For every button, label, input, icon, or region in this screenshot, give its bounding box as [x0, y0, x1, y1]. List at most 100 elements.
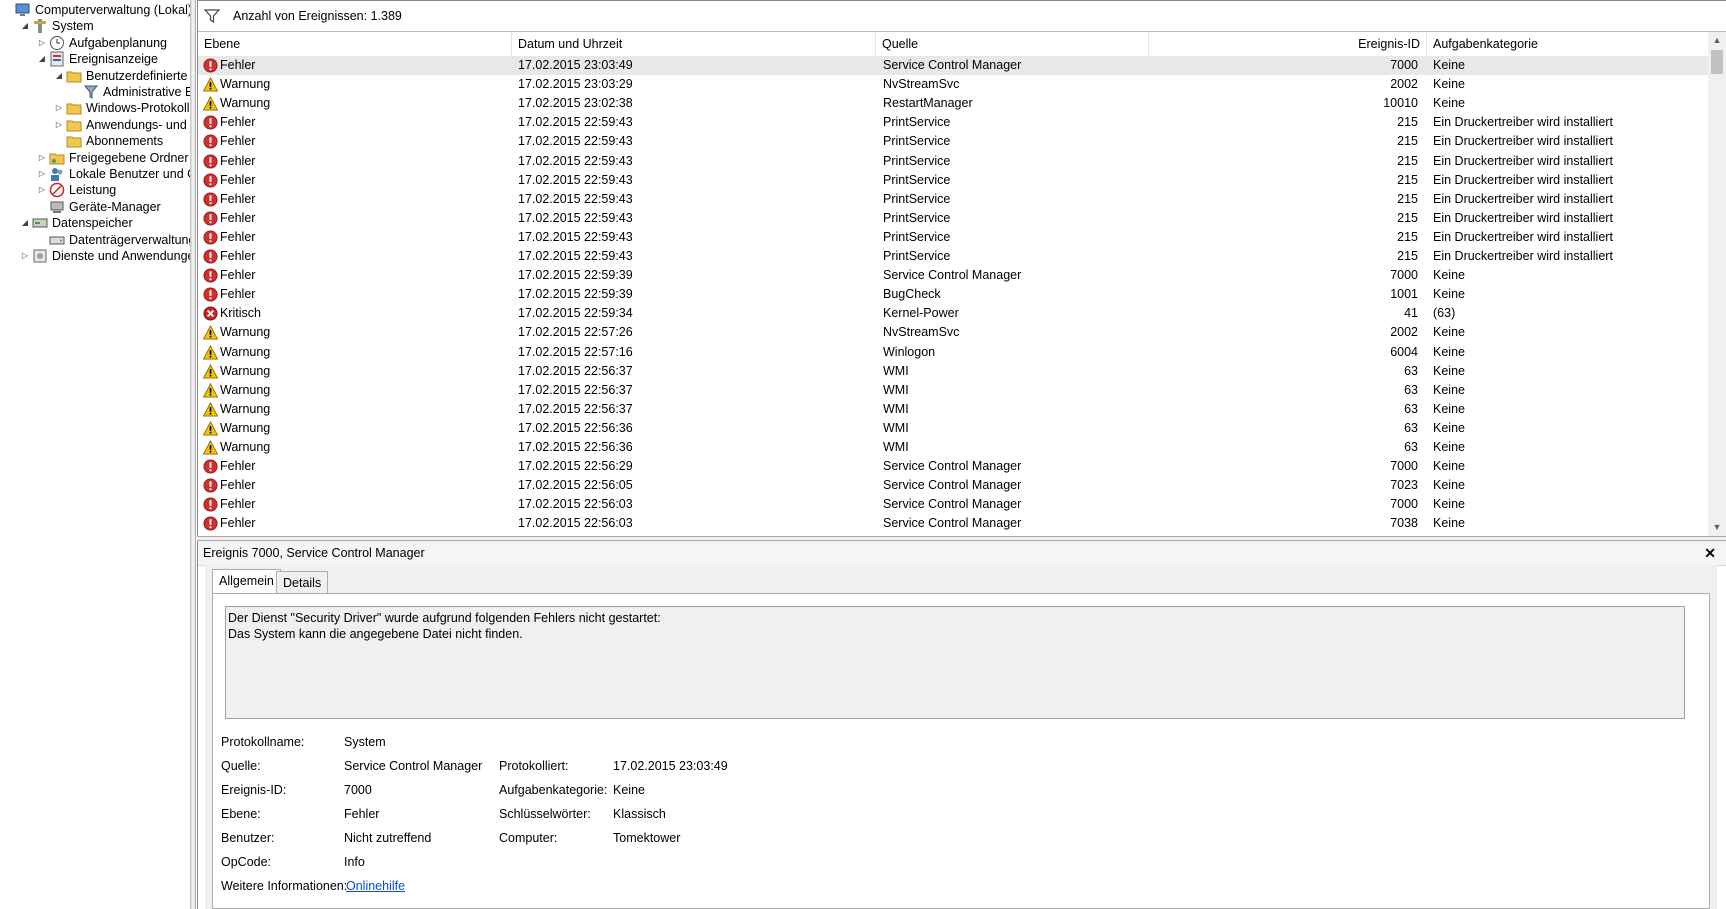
navigation-tree[interactable]: Computerverwaltung (Lokal) ◢ System ▷ Aufgab… — [0, 0, 191, 909]
scroll-down-icon[interactable]: ▼ — [1708, 519, 1726, 536]
expander-icon[interactable]: ▷ — [37, 165, 47, 183]
device-manager-icon — [49, 199, 65, 215]
source-cell: WMI — [883, 440, 909, 454]
error-icon — [203, 268, 218, 283]
scroll-up-icon[interactable]: ▲ — [1708, 32, 1726, 49]
source-cell: PrintService — [883, 210, 951, 225]
details-body: Allgemein Details Der Dienst "Security D… — [205, 565, 1717, 909]
error-icon — [203, 287, 218, 302]
vertical-splitter[interactable] — [191, 0, 196, 909]
table-row[interactable]: Fehler 17.02.2015 22:56:05 Service Control… — [198, 476, 1708, 495]
event-id-cell: 2002 — [1390, 77, 1418, 92]
table-row[interactable]: Fehler 17.02.2015 22:59:43 PrintService 215… — [198, 190, 1708, 209]
event-id-cell: 7000 — [1390, 497, 1418, 512]
expander-icon[interactable]: ◢ — [54, 67, 64, 85]
source-cell: NvStreamSvc — [883, 77, 960, 92]
table-row[interactable]: Kritisch 17.02.2015 22:59:34 Kernel-Power 4… — [198, 304, 1708, 323]
close-icon[interactable]: ✕ — [1704, 541, 1716, 565]
tab-details[interactable]: Details — [276, 571, 329, 593]
table-row[interactable]: Warnung 17.02.2015 22:56:36 WMI 63 Keine — [198, 419, 1708, 438]
more-info-label: Weitere Informationen: — [221, 879, 348, 893]
tree-item-label: Dienste und Anwendungen — [52, 249, 191, 263]
level-cell: Fehler — [220, 287, 256, 302]
table-row[interactable]: Warnung 17.02.2015 22:57:16 Winlogon 6004 Ke… — [198, 343, 1708, 362]
category-cell: Keine — [1433, 382, 1465, 397]
log-name-value: System — [344, 735, 386, 749]
table-row[interactable]: Fehler 17.02.2015 22:59:43 PrintService 215… — [198, 152, 1708, 171]
event-id-cell: 215 — [1397, 210, 1418, 225]
logged-label: Protokolliert: — [499, 759, 569, 773]
tab-allgemein[interactable]: Allgemein — [212, 569, 281, 593]
expander-icon[interactable]: ▷ — [37, 149, 47, 167]
table-row[interactable]: Warnung 17.02.2015 23:03:29 NvStreamSvc 200… — [198, 75, 1708, 94]
column-category[interactable]: Aufgabenkategorie — [1427, 32, 1708, 56]
table-row[interactable]: Fehler 17.02.2015 22:56:03 Service Control… — [198, 514, 1708, 533]
table-row[interactable]: Fehler 17.02.2015 22:56:29 Service Control… — [198, 457, 1708, 476]
tree-item-label: Computerverwaltung (Lokal) — [35, 3, 191, 17]
date-cell: 17.02.2015 22:59:39 — [518, 287, 633, 302]
category-cell: Keine — [1433, 420, 1465, 435]
error-icon — [203, 230, 218, 245]
date-cell: 17.02.2015 23:03:29 — [518, 77, 633, 92]
expander-icon[interactable]: ▷ — [54, 99, 64, 117]
level-cell: Kritisch — [220, 306, 261, 321]
expander-icon[interactable]: ◢ — [37, 50, 47, 68]
category-cell: Keine — [1433, 459, 1465, 474]
event-id-cell: 7023 — [1390, 478, 1418, 493]
source-cell: WMI — [883, 382, 909, 397]
keywords-value: Klassisch — [613, 807, 666, 821]
column-source[interactable]: Quelle — [876, 32, 1149, 56]
table-row[interactable]: Warnung 17.02.2015 22:56:36 WMI 63 Keine — [198, 438, 1708, 457]
table-row[interactable]: Fehler 17.02.2015 22:59:43 PrintService 215… — [198, 171, 1708, 190]
services-icon — [32, 248, 48, 264]
column-level[interactable]: Ebene — [198, 32, 512, 56]
table-row[interactable]: Warnung 17.02.2015 22:56:37 WMI 63 Keine — [198, 362, 1708, 381]
column-event-id[interactable]: Ereignis-ID — [1149, 32, 1427, 56]
level-value: Fehler — [344, 807, 380, 821]
keywords-label: Schlüsselwörter: — [499, 807, 591, 821]
expander-icon[interactable]: ◢ — [20, 17, 30, 35]
source-value: Service Control Manager — [344, 759, 483, 773]
table-row[interactable]: Warnung 17.02.2015 23:02:38 RestartManager… — [198, 94, 1708, 113]
scroll-thumb[interactable] — [1711, 50, 1723, 74]
error-icon — [203, 516, 218, 531]
warning-icon — [202, 420, 219, 436]
table-row[interactable]: Fehler 17.02.2015 22:59:43 PrintService 215… — [198, 228, 1708, 247]
expander-icon[interactable]: ▷ — [37, 34, 47, 52]
tree-item-label: System — [52, 19, 94, 34]
date-cell: 17.02.2015 22:59:43 — [518, 191, 633, 206]
tree-item-label: Benutzerdefinierte A — [86, 68, 191, 83]
level-cell: Fehler — [220, 497, 256, 512]
expander-icon[interactable]: ▷ — [37, 181, 47, 199]
table-row[interactable]: Fehler 17.02.2015 22:59:43 PrintService 215… — [198, 247, 1708, 266]
event-id-cell: 10010 — [1383, 96, 1418, 111]
level-cell: Warnung — [220, 325, 271, 340]
source-cell: Service Control Manager — [883, 497, 1022, 512]
table-row[interactable]: Fehler 17.02.2015 22:59:39 BugCheck 1001 Kei… — [198, 285, 1708, 304]
filter-icon[interactable] — [204, 8, 220, 24]
event-id-cell: 7000 — [1390, 268, 1418, 283]
date-cell: 17.02.2015 22:56:03 — [518, 497, 633, 512]
table-row[interactable]: Fehler 17.02.2015 22:59:43 PrintService 215… — [198, 132, 1708, 151]
expander-icon[interactable]: ▷ — [20, 247, 30, 265]
level-cell: Fehler — [220, 115, 256, 130]
event-id-cell: 6004 — [1390, 344, 1418, 359]
error-icon — [203, 497, 218, 512]
table-row[interactable]: Warnung 17.02.2015 22:56:37 WMI 63 Keine — [198, 381, 1708, 400]
expander-icon[interactable]: ▷ — [54, 116, 64, 134]
table-row[interactable]: Fehler 17.02.2015 22:59:43 PrintService 215… — [198, 209, 1708, 228]
table-row[interactable]: Fehler 17.02.2015 23:03:49 Service Control… — [198, 56, 1708, 75]
expander-icon[interactable]: ◢ — [20, 214, 30, 232]
vertical-scrollbar[interactable]: ▲ ▼ — [1708, 32, 1726, 536]
online-help-link[interactable]: Onlinehilfe — [346, 879, 405, 893]
table-row[interactable]: Fehler 17.02.2015 22:56:03 Service Control… — [198, 495, 1708, 514]
table-row[interactable]: Fehler 17.02.2015 22:59:43 PrintService 215… — [198, 113, 1708, 132]
clock-icon — [49, 35, 65, 51]
table-row[interactable]: Fehler 17.02.2015 22:59:39 Service Control… — [198, 266, 1708, 285]
table-row[interactable]: Warnung 17.02.2015 22:56:37 WMI 63 Keine — [198, 400, 1708, 419]
level-cell: Fehler — [220, 478, 256, 493]
table-row[interactable]: Warnung 17.02.2015 22:57:26 NvStreamSvc 200… — [198, 323, 1708, 342]
event-message[interactable]: Der Dienst "Security Driver" wurde aufgr… — [225, 606, 1685, 719]
warning-icon — [202, 96, 219, 111]
column-date[interactable]: Datum und Uhrzeit — [512, 32, 876, 56]
